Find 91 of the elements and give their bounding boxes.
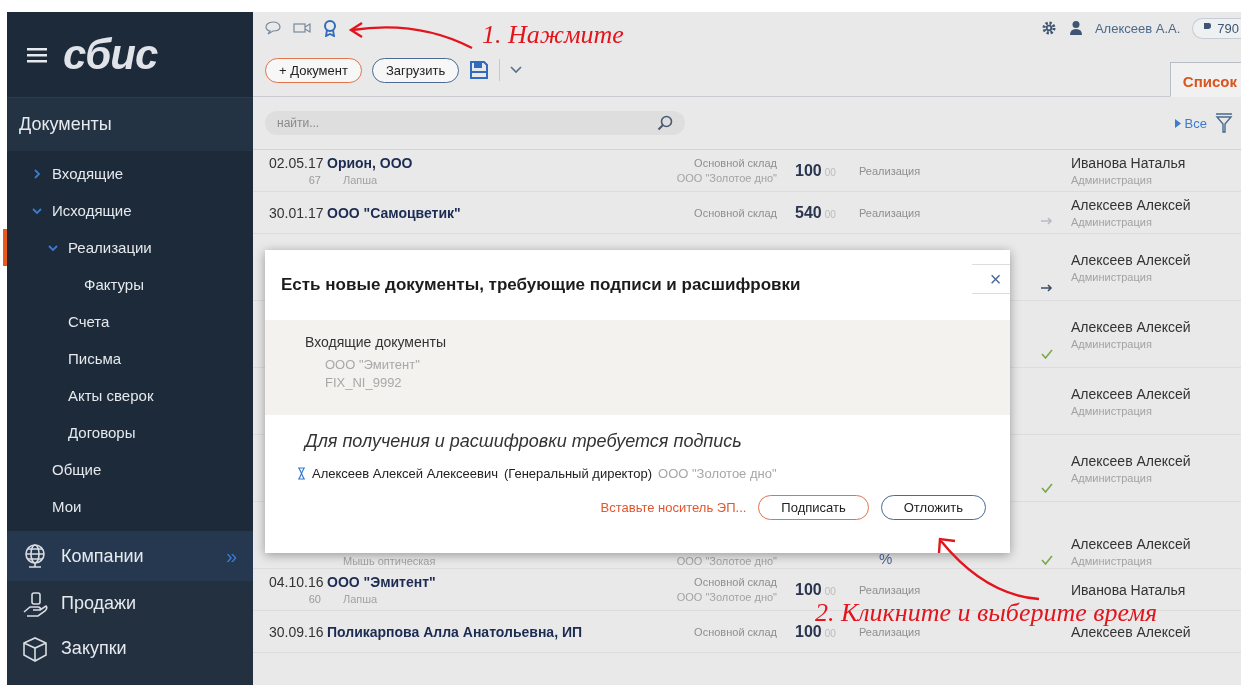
percent-text: % — [878, 550, 894, 567]
balance-badge[interactable]: 790 — [1192, 17, 1241, 39]
date-text: 30.09.16 — [269, 623, 325, 640]
counterparty-link[interactable]: Поликарпова Алла Анатольевна, ИП — [327, 623, 645, 640]
sidebar-item[interactable]: Исходящие — [7, 192, 253, 229]
person-name: Алексеев Алексей — [1071, 318, 1192, 335]
date-text: 02.05.17 — [269, 155, 325, 171]
dialog-button[interactable]: Подписать — [758, 495, 869, 520]
filter-link[interactable]: Все — [1174, 115, 1207, 131]
doc-number: 67 — [307, 174, 322, 186]
menu-icon[interactable] — [27, 46, 47, 63]
save-icon[interactable] — [469, 60, 490, 80]
warehouse-text: Основной склад — [694, 625, 777, 638]
warehouse-text: Основной склад — [694, 157, 777, 169]
person-name: Алексеев Алексей — [1071, 385, 1192, 402]
date-text: 30.01.17 — [269, 204, 325, 221]
sidebar-item[interactable]: Мои — [7, 488, 253, 525]
sidebar-item[interactable]: Фактуры — [7, 266, 253, 303]
award-icon[interactable] — [323, 19, 337, 37]
warehouse-text: Основной склад — [694, 576, 777, 588]
sum-amount: 100 — [795, 580, 822, 599]
sidebar-item[interactable]: Общие — [7, 451, 253, 488]
insert-token-link[interactable]: Вставьте носитель ЭП... — [600, 500, 747, 515]
toolbar-button[interactable]: Загрузить — [371, 57, 460, 83]
department-text: Администрация — [1071, 270, 1153, 283]
sum-amount: 100 — [795, 161, 822, 180]
doc-type: Реализация — [859, 583, 922, 596]
warehouse-text: Основной склад — [694, 206, 777, 219]
department-text: Администрация — [1071, 471, 1153, 484]
toolbar-button[interactable]: + Документ — [265, 57, 362, 83]
date-text: 04.10.16 — [269, 574, 325, 590]
sidebar-item[interactable]: Договоры — [7, 414, 253, 451]
department-text: Администрация — [1071, 174, 1153, 186]
signer-company: ООО "Золотое дно" — [658, 466, 777, 481]
chevron-icon[interactable] — [48, 242, 58, 253]
signer-role: (Генеральный директор) — [503, 466, 653, 481]
section-title[interactable]: Документы — [7, 97, 253, 151]
module-link[interactable]: Компании — [61, 545, 214, 567]
sidebar-item[interactable]: Письма — [7, 340, 253, 377]
doc-type: Реализация — [859, 164, 922, 177]
sidebar-item[interactable]: Акты сверок — [7, 377, 253, 414]
doc-type: Реализация — [859, 206, 922, 219]
company-text: ООО "Золотое дно" — [676, 591, 777, 603]
department-text: Администрация — [1071, 337, 1153, 350]
person-name: Иванова Наталья — [1071, 155, 1187, 171]
counterparty-link[interactable]: ООО "Самоцветик" — [327, 204, 645, 221]
chat-icon[interactable] — [265, 21, 281, 35]
sidebar-item[interactable]: Счета — [7, 303, 253, 340]
counterparty-link[interactable]: ООО "Эмитент" — [327, 574, 645, 590]
user-name[interactable]: Алексеев А.А. — [1094, 20, 1181, 36]
prompt-text: Для получения и расшифровки требуется подпись — [305, 431, 743, 452]
person-name: Алексеев Алексей — [1071, 251, 1192, 268]
person-name: Иванова Наталья — [1071, 581, 1187, 598]
filter-icon[interactable] — [1215, 112, 1233, 134]
list-tab[interactable]: Список — [1169, 62, 1241, 97]
section-title: Входящие документы — [305, 334, 447, 350]
module-link[interactable]: Продажи — [61, 593, 237, 614]
caret-icon[interactable] — [1174, 118, 1181, 128]
caret-icon[interactable] — [510, 66, 523, 74]
signer-name: Алексеев Алексей Алексеевич — [312, 466, 498, 481]
product-text: Лапша — [342, 174, 379, 186]
module-link[interactable]: Закупки — [61, 638, 237, 659]
sum-amount: 540 — [795, 203, 822, 222]
settings-icon[interactable] — [1040, 20, 1057, 36]
hand-icon — [21, 589, 49, 618]
logo[interactable]: сбис — [63, 30, 158, 79]
dialog-title: Есть новые документы, требующие подписи и расшифровки — [281, 275, 802, 295]
search-field[interactable]: найти... — [265, 111, 685, 135]
department-text: Администрация — [1071, 555, 1153, 567]
box-icon — [21, 634, 49, 663]
chevron-icon[interactable] — [32, 205, 42, 216]
person-name: Алексеев Алексей — [1071, 197, 1192, 213]
doc-number: 60 — [307, 593, 322, 605]
counterparty-link[interactable]: Орион, ООО — [327, 155, 645, 171]
close-button[interactable]: × — [972, 264, 1010, 294]
department-text: Администрация — [1071, 216, 1153, 228]
department-text: Администрация — [1071, 404, 1153, 417]
sidebar-item[interactable]: Входящие — [7, 155, 253, 192]
product-text: Мышь оптическая — [342, 555, 437, 567]
product-text: Лапша — [342, 593, 379, 605]
doc-type: Реализация — [859, 625, 922, 638]
user-icon[interactable] — [1068, 20, 1083, 36]
company-text: ООО "Золотое дно" — [676, 555, 777, 567]
person-name: Алексеев Алексей — [1071, 536, 1192, 552]
hourglass-icon — [297, 467, 306, 480]
company-text: ООО "Золотое дно" — [676, 172, 777, 184]
dialog-button[interactable]: Отложить — [880, 495, 986, 520]
chevron-icon[interactable] — [32, 168, 42, 179]
annotation-text: 1. Нажмите — [482, 20, 624, 50]
video-icon[interactable] — [293, 22, 311, 34]
person-name: Алексеев Алексей — [1071, 452, 1192, 469]
